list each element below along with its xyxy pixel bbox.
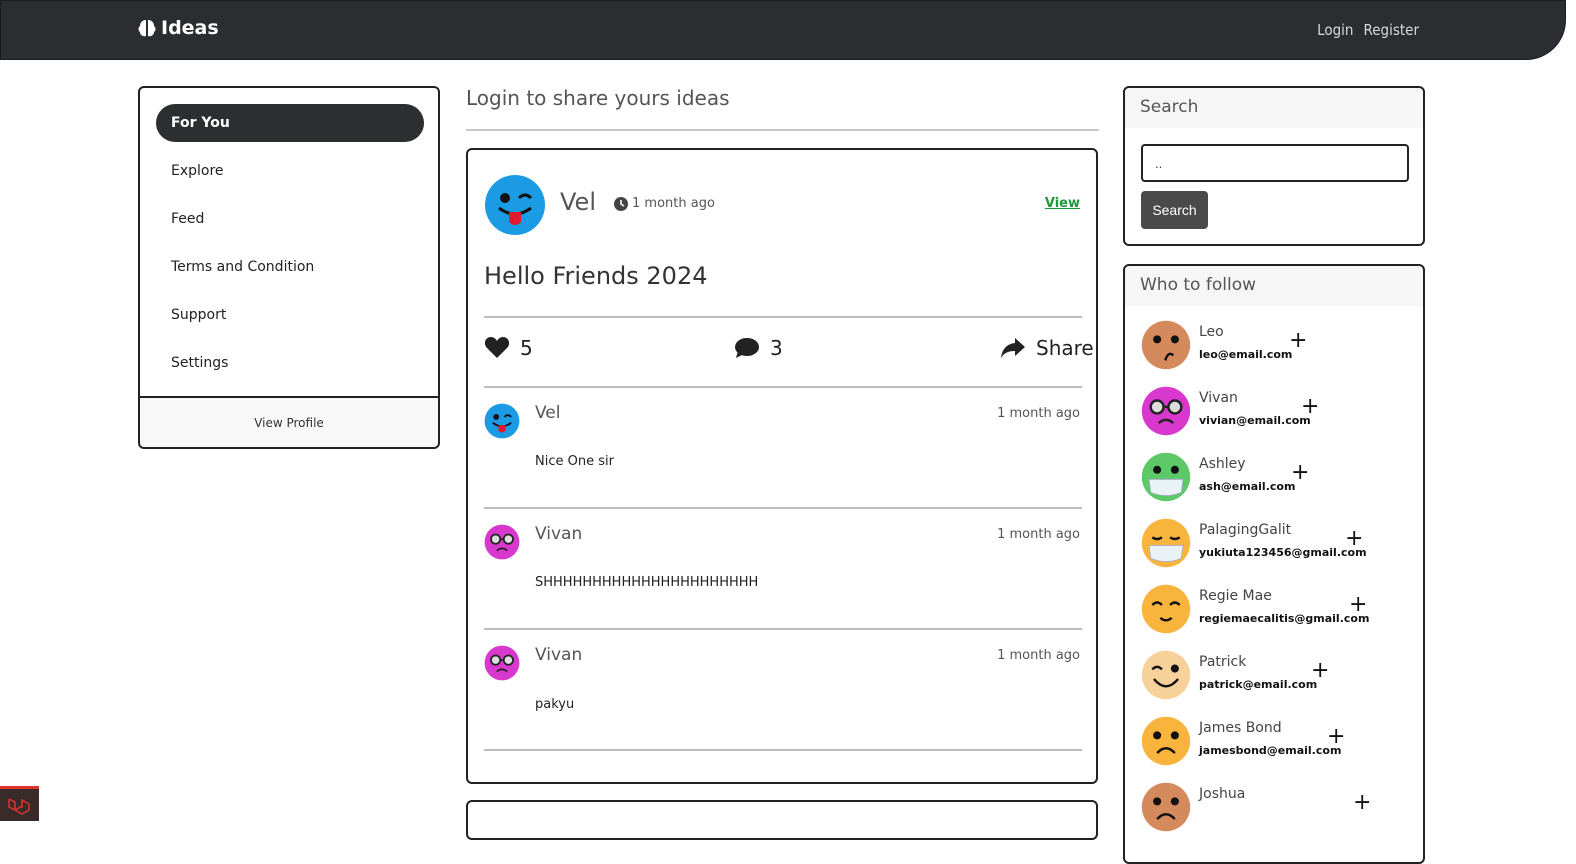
comment-time: 1 month ago — [997, 648, 1080, 663]
stats-divider — [484, 386, 1082, 388]
comment-time: 1 month ago — [997, 527, 1080, 542]
follow-plus-button[interactable]: + — [1353, 790, 1371, 815]
search-card: Search Search — [1123, 86, 1425, 246]
follow-item: Ashley ash@email.com + — [1141, 452, 1411, 504]
view-post-link[interactable]: View — [1045, 196, 1080, 211]
mask-face-avatar[interactable] — [1141, 452, 1191, 502]
follow-user-name[interactable]: James Bond — [1199, 720, 1282, 736]
search-input[interactable] — [1141, 144, 1409, 182]
comment-divider — [484, 749, 1082, 751]
comment-time: 1 month ago — [997, 406, 1080, 421]
nerd-face-avatar[interactable] — [484, 645, 520, 681]
comment-author[interactable]: Vivan — [535, 524, 582, 544]
comment-author[interactable]: Vel — [535, 403, 561, 423]
share-label: Share — [1036, 336, 1094, 360]
search-button[interactable]: Search — [1141, 191, 1208, 229]
follow-item: Patrick patrick@email.com + — [1141, 650, 1411, 702]
menu-item-terms[interactable]: Terms and Condition — [156, 248, 424, 286]
comment-divider — [484, 628, 1082, 630]
follow-plus-button[interactable]: + — [1301, 394, 1319, 419]
follow-user-name[interactable]: Regie Mae — [1199, 588, 1272, 604]
share-button[interactable]: Share — [1000, 336, 1094, 360]
search-card-title: Search — [1125, 88, 1423, 128]
post-content: Hello Friends 2024 — [484, 262, 708, 290]
follow-user-email: ash@email.com — [1199, 480, 1296, 493]
next-post-card — [466, 800, 1098, 840]
follow-user-email: yukiuta123456@gmail.com — [1199, 546, 1367, 559]
comment-text: Nice One sir — [535, 454, 614, 469]
share-prompt-title: Login to share yours ideas — [466, 86, 730, 110]
title-divider — [466, 129, 1099, 131]
nerd-face-avatar[interactable] — [1141, 386, 1191, 436]
mask-face-avatar[interactable] — [1141, 518, 1191, 568]
like-count: 5 — [520, 336, 533, 360]
menu-item-explore[interactable]: Explore — [156, 152, 424, 190]
follow-plus-button[interactable]: + — [1349, 592, 1367, 617]
heart-icon — [484, 337, 510, 358]
comment-text: SHHHHHHHHHHHHHHHHHHHHHH — [535, 575, 759, 590]
follow-user-name[interactable]: Patrick — [1199, 654, 1246, 670]
comment-icon — [735, 338, 759, 358]
login-link[interactable]: Login — [1317, 21, 1353, 39]
follow-user-name[interactable]: Joshua — [1199, 786, 1245, 802]
post-time-text: 1 month ago — [632, 196, 715, 211]
follow-item: PalagingGalit yukiuta123456@gmail.com + — [1141, 518, 1411, 570]
menu-item-feed[interactable]: Feed — [156, 200, 424, 238]
post-author-name[interactable]: Vel — [560, 188, 596, 216]
follow-user-name[interactable]: Leo — [1199, 324, 1224, 340]
follow-item: Joshua + — [1141, 782, 1411, 834]
wink-face-avatar[interactable] — [484, 174, 546, 236]
comment-count: 3 — [770, 336, 783, 360]
comment-author[interactable]: Vivan — [535, 645, 582, 665]
follow-plus-button[interactable]: + — [1291, 460, 1309, 485]
post-timestamp: 1 month ago — [614, 196, 715, 211]
brain-icon — [138, 20, 156, 37]
who-to-follow-card: Who to follow Leo leo@email.com + Vivan … — [1123, 264, 1425, 864]
post-card: Vel 1 month ago View Hello Friends 2024 … — [466, 148, 1098, 784]
follow-plus-button[interactable]: + — [1345, 526, 1363, 551]
sad-face-avatar[interactable] — [1141, 716, 1191, 766]
laravel-debug-icon[interactable] — [0, 786, 39, 821]
top-navbar: Ideas Login Register — [0, 0, 1566, 60]
who-to-follow-title: Who to follow — [1125, 266, 1423, 306]
follow-item: James Bond jamesbond@email.com + — [1141, 716, 1411, 768]
follow-user-email: regiemaecalitis@gmail.com — [1199, 612, 1370, 625]
menu-item-for-you[interactable]: For You — [156, 104, 424, 142]
sidebar-menu: For You Explore Feed Terms and Condition… — [138, 86, 440, 449]
menu-item-settings[interactable]: Settings — [156, 344, 424, 382]
share-icon — [1001, 338, 1025, 358]
comment-divider — [484, 507, 1082, 509]
follow-user-email: vivian@email.com — [1199, 414, 1311, 427]
menu-item-support[interactable]: Support — [156, 296, 424, 334]
nerd-face-avatar[interactable] — [484, 524, 520, 560]
follow-user-name[interactable]: Vivan — [1199, 390, 1238, 406]
happy-face-avatar[interactable] — [1141, 584, 1191, 634]
register-link[interactable]: Register — [1364, 21, 1420, 39]
wink-face-avatar[interactable] — [484, 403, 520, 439]
sad-face-avatar[interactable] — [1141, 782, 1191, 832]
follow-item: Vivan vivian@email.com + — [1141, 386, 1411, 438]
brand-link[interactable]: Ideas — [137, 17, 219, 39]
comment-button[interactable]: 3 — [734, 336, 783, 360]
view-profile-link[interactable]: View Profile — [140, 396, 438, 447]
confused-face-avatar[interactable] — [1141, 320, 1191, 370]
follow-plus-button[interactable]: + — [1289, 328, 1307, 353]
follow-plus-button[interactable]: + — [1311, 658, 1329, 683]
follow-user-email: leo@email.com — [1199, 348, 1293, 361]
follow-user-email: patrick@email.com — [1199, 678, 1318, 691]
like-button[interactable]: 5 — [484, 336, 533, 360]
follow-user-name[interactable]: Ashley — [1199, 456, 1246, 472]
laravel-logo-icon — [8, 798, 30, 815]
brand-name: Ideas — [161, 17, 219, 39]
follow-user-email: jamesbond@email.com — [1199, 744, 1342, 757]
follow-user-name[interactable]: PalagingGalit — [1199, 522, 1291, 538]
comment-text: pakyu — [535, 697, 575, 712]
follow-item: Regie Mae regiemaecalitis@gmail.com + — [1141, 584, 1411, 636]
follow-item: Leo leo@email.com + — [1141, 320, 1411, 372]
smile-face-avatar[interactable] — [1141, 650, 1191, 700]
post-divider — [484, 316, 1082, 318]
clock-icon — [614, 196, 628, 211]
follow-plus-button[interactable]: + — [1327, 724, 1345, 749]
